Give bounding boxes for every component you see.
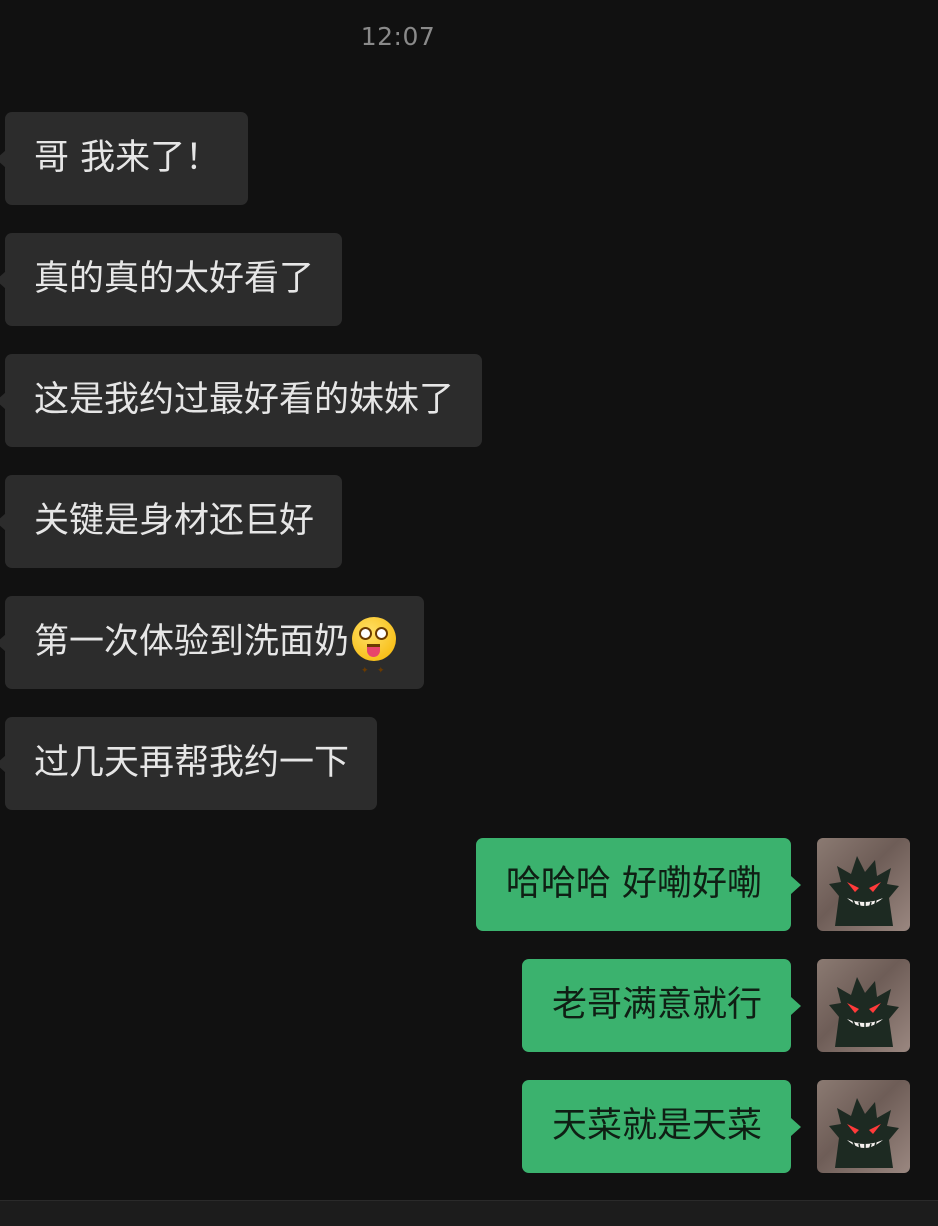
- message-text: 哈哈哈 好嘞好嘞: [505, 864, 762, 904]
- star-struck-tongue-emoji-icon: [352, 617, 397, 718]
- gengar-avatar-icon[interactable]: [817, 838, 910, 931]
- incoming-message-bubble[interactable]: 过几天再帮我约一下: [0, 717, 378, 810]
- input-bar: [0, 1200, 938, 1226]
- outgoing-message-bubble[interactable]: 哈哈哈 好嘞好嘞: [475, 838, 802, 931]
- message-text: 过几天再帮我约一下: [34, 743, 350, 783]
- incoming-message-bubble[interactable]: 这是我约过最好看的妹妹了: [0, 354, 483, 447]
- message-text: 天菜就是天菜: [551, 1106, 762, 1146]
- incoming-message-bubble[interactable]: 哥 我来了！: [0, 112, 249, 205]
- message-text: 哥 我来了！: [34, 138, 221, 178]
- message-text: 关键是身材还巨好: [34, 501, 315, 541]
- message-text: 第一次体验到洗面奶: [34, 622, 350, 662]
- chat-screen: 12:07 哥 我来了！ 真的真的太好看了 这是我约过最好看的妹妹了 关键是身材…: [0, 0, 938, 1226]
- gengar-avatar-icon[interactable]: [817, 1080, 910, 1173]
- message-text: 真的真的太好看了: [34, 259, 315, 299]
- message-timestamp: 12:07: [360, 22, 436, 51]
- gengar-avatar-icon[interactable]: [817, 959, 910, 1052]
- incoming-message-bubble[interactable]: 真的真的太好看了: [0, 233, 343, 326]
- incoming-message-bubble[interactable]: 关键是身材还巨好: [0, 475, 343, 568]
- message-text: 老哥满意就行: [551, 985, 762, 1025]
- message-text: 这是我约过最好看的妹妹了: [34, 380, 455, 420]
- outgoing-message-bubble[interactable]: 天菜就是天菜: [521, 1080, 802, 1173]
- outgoing-message-bubble[interactable]: 老哥满意就行: [521, 959, 802, 1052]
- incoming-message-bubble[interactable]: 第一次体验到洗面奶: [0, 596, 425, 718]
